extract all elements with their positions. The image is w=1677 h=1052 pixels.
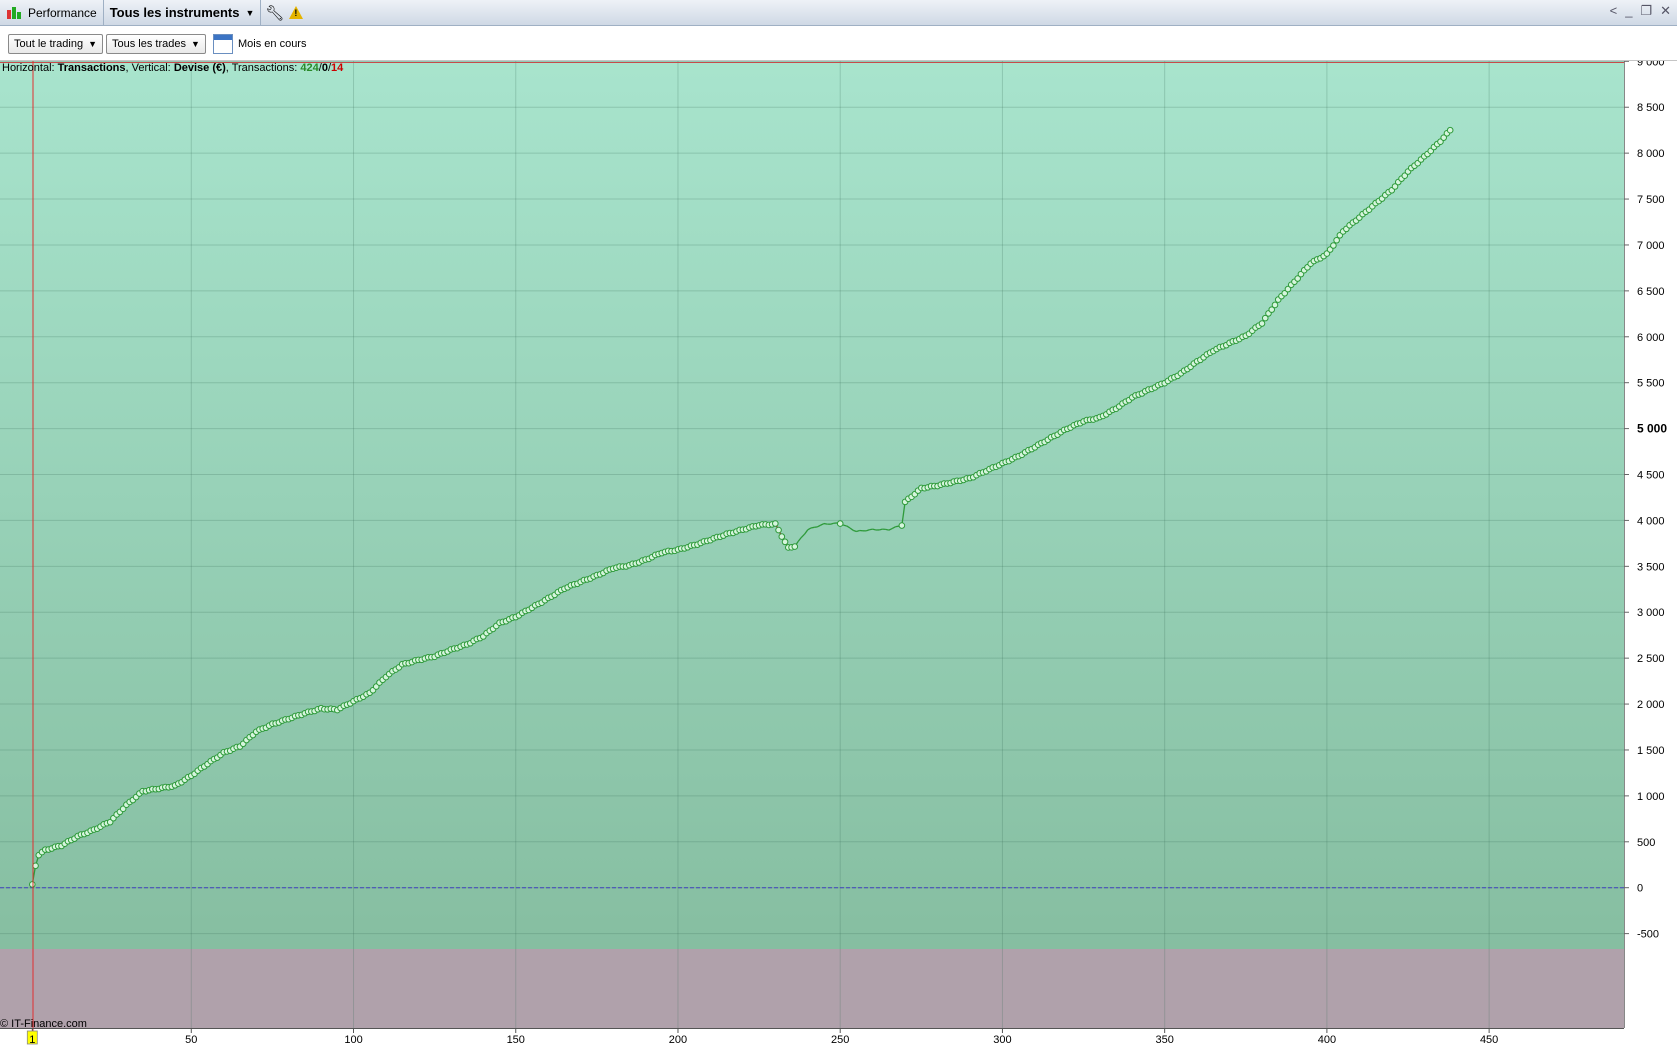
equity-segment: [856, 531, 859, 532]
equity-segment: [811, 527, 814, 528]
chevron-down-icon: ▼: [88, 39, 97, 49]
trade-marker: [30, 882, 36, 888]
wins-count: 424: [300, 62, 318, 74]
y-tick-label: 2 000: [1637, 699, 1665, 711]
y-tick-label: -500: [1637, 929, 1659, 941]
warning-icon[interactable]: !: [289, 6, 303, 19]
minimize-icon[interactable]: _: [1625, 3, 1632, 19]
filter-toolbar: Tout le trading ▼ Tous les trades ▼ Mois…: [0, 26, 1677, 61]
x-tick-label: 450: [1480, 1034, 1498, 1046]
x-tick-label: 200: [669, 1034, 687, 1046]
equity-segment: [895, 526, 898, 527]
x-tick-label: 50: [185, 1034, 197, 1046]
x-tick-label: 100: [344, 1034, 362, 1046]
equity-segment: [886, 529, 889, 530]
trade-marker: [837, 521, 843, 527]
equity-segment: [869, 529, 872, 530]
trade-marker: [776, 527, 782, 533]
chevron-down-icon: ▼: [246, 8, 255, 18]
y-tick-label: 1 500: [1637, 745, 1665, 757]
y-tick-label: 1 000: [1637, 791, 1665, 803]
y-tick-label: 0: [1637, 883, 1643, 895]
trade-marker: [792, 544, 798, 550]
losses-count: 14: [331, 62, 343, 74]
trade-marker: [773, 521, 779, 527]
trade-marker: [899, 523, 905, 529]
chevron-down-icon: ▼: [191, 39, 200, 49]
instrument-selector-label: Tous les instruments: [110, 5, 240, 20]
x-tick-label: 400: [1318, 1034, 1336, 1046]
x-tick-label: 1: [29, 1034, 35, 1046]
trade-marker: [1272, 302, 1278, 308]
trade-marker: [1331, 243, 1337, 249]
instrument-selector[interactable]: Tous les instruments ▼: [104, 0, 262, 25]
share-icon[interactable]: <: [1610, 3, 1618, 19]
x-tick-label: 250: [831, 1034, 849, 1046]
transactions-prefix: , Transactions:: [226, 62, 298, 74]
positive-zone: [0, 61, 1624, 949]
y-tick-label: 5 000: [1637, 422, 1667, 436]
trading-filter-label: Tout le trading: [14, 38, 83, 50]
vertical-value: Devise (€): [174, 62, 226, 74]
equity-segment: [873, 529, 876, 530]
trade-filter-dropdown[interactable]: Tous les trades ▼: [106, 34, 206, 54]
copyright: © IT-Finance.com: [0, 1018, 87, 1030]
y-tick-label: 7 000: [1637, 240, 1665, 252]
title-bar: Performance Tous les instruments ▼ 🔧︎ ! …: [0, 0, 1677, 26]
y-tick-label: 8 500: [1637, 102, 1665, 114]
equity-segment: [824, 524, 827, 525]
y-tick-label: 6 000: [1637, 332, 1665, 344]
wrench-icon[interactable]: 🔧︎: [265, 4, 283, 22]
y-tick-label: 7 500: [1637, 194, 1665, 206]
close-icon[interactable]: ✕: [1660, 3, 1671, 19]
trade-marker: [1447, 127, 1453, 133]
y-tick-label: 3 500: [1637, 561, 1665, 573]
equity-segment: [879, 529, 882, 530]
calendar-icon[interactable]: [213, 34, 233, 54]
chart-info-line: Horizontal: Transactions, Vertical: Devi…: [2, 62, 343, 74]
y-tick-label: 8 000: [1637, 148, 1665, 160]
window-controls: < _ ❐ ✕: [1610, 3, 1671, 19]
trade-marker: [779, 534, 785, 540]
trading-filter-dropdown[interactable]: Tout le trading ▼: [8, 34, 103, 54]
vertical-prefix: , Vertical:: [126, 62, 171, 74]
candlestick-icon: [6, 5, 22, 21]
period-label[interactable]: Mois en cours: [238, 38, 306, 50]
y-tick-label: 4 000: [1637, 515, 1665, 527]
restore-icon[interactable]: ❐: [1640, 3, 1652, 19]
trade-marker: [33, 863, 39, 869]
equity-chart-svg: 9 000 8 500 8 000 7 500 7 000 6 500 6 000 5 500…: [0, 61, 1677, 1049]
y-tick-label: 500: [1637, 837, 1655, 849]
x-tick-label: 300: [993, 1034, 1011, 1046]
y-tick-label: 2 500: [1637, 653, 1665, 665]
y-tick-label: 6 500: [1637, 286, 1665, 298]
horizontal-value: Transactions: [58, 62, 126, 74]
equity-segment: [843, 525, 846, 526]
y-tick-label: 4 500: [1637, 470, 1665, 482]
y-tick-label: 3 000: [1637, 607, 1665, 619]
trade-marker: [1259, 321, 1265, 327]
y-tick-label: 5 500: [1637, 378, 1665, 390]
equity-chart[interactable]: 9 000 8 500 8 000 7 500 7 000 6 500 6 000 5 500…: [0, 61, 1677, 1049]
trade-marker: [782, 539, 788, 545]
x-tick-label: 150: [507, 1034, 525, 1046]
x-tick-label: 350: [1155, 1034, 1173, 1046]
y-tick-label: 9 000: [1637, 61, 1665, 68]
horizontal-prefix: Horizontal:: [2, 62, 55, 74]
window-title: Performance: [28, 6, 97, 20]
performance-tab[interactable]: Performance: [0, 0, 104, 25]
negative-zone: [0, 949, 1624, 1029]
trade-filter-label: Tous les trades: [112, 38, 186, 50]
